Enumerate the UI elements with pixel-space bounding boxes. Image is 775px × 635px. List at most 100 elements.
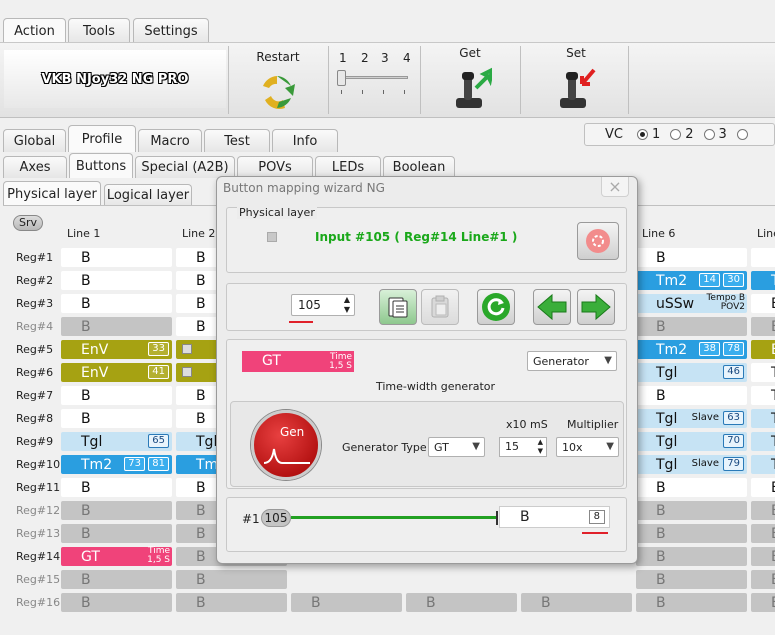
previous-button[interactable] — [533, 289, 571, 325]
tab-axes[interactable]: Axes — [3, 156, 67, 178]
button-cell[interactable]: B — [751, 570, 775, 589]
tab-boolean[interactable]: Boolean — [383, 156, 455, 178]
reg-label: Reg#6 — [16, 366, 54, 379]
vc-option-3[interactable]: 3 — [703, 127, 727, 142]
button-cell[interactable]: B — [406, 593, 517, 612]
tab-buttons[interactable]: Buttons — [69, 153, 133, 178]
button-cell[interactable]: B — [291, 593, 402, 612]
button-cell[interactable]: Tgl 46 — [636, 363, 747, 382]
button-cell[interactable]: B — [61, 317, 172, 336]
x10ms-spinner[interactable]: 15 ▲ ▼ — [499, 437, 547, 457]
vc-group: VC 1 2 3 — [584, 123, 775, 146]
button-cell[interactable]: Tm2 81 73 — [61, 455, 172, 474]
tab-povs[interactable]: POVs — [237, 156, 313, 178]
gen-button[interactable]: Gen — [251, 410, 321, 480]
button-cell[interactable]: B — [751, 294, 775, 313]
mode-select[interactable]: Generator ▼ — [527, 351, 617, 371]
tab-leds[interactable]: LEDs — [315, 156, 381, 178]
button-cell[interactable] — [751, 248, 775, 267]
button-cell[interactable]: Tgl 79 Slave — [636, 455, 747, 474]
button-cell[interactable]: EnV 41 — [61, 363, 172, 382]
vc-option-1[interactable]: 1 — [636, 127, 660, 142]
tab-info[interactable]: Info — [272, 129, 338, 152]
button-cell[interactable]: B — [61, 294, 172, 313]
button-cell[interactable]: B — [751, 317, 775, 336]
tab-macro[interactable]: Macro — [138, 129, 202, 152]
button-cell[interactable]: Tgl 70 — [636, 432, 747, 451]
vc-option-2[interactable]: 2 — [670, 127, 694, 142]
tab-global[interactable]: Global — [3, 129, 66, 152]
restart-button[interactable]: Restart — [238, 46, 318, 114]
button-cell[interactable]: GT Time 1,5 S — [61, 547, 172, 566]
button-cell[interactable]: Tgl 63 Slave — [636, 409, 747, 428]
button-cell[interactable]: B — [636, 547, 747, 566]
button-cell[interactable]: T — [751, 409, 775, 428]
tab-test[interactable]: Test — [204, 129, 270, 152]
button-cell[interactable]: Tm2 30 14 — [636, 271, 747, 290]
button-cell[interactable]: T — [751, 363, 775, 382]
tab-logical-layer[interactable]: Logical layer — [104, 184, 192, 206]
button-cell[interactable]: B — [751, 524, 775, 543]
button-cell[interactable]: B — [636, 524, 747, 543]
button-cell[interactable]: Tm2 78 38 — [636, 340, 747, 359]
button-cell[interactable]: B — [61, 501, 172, 520]
button-cell[interactable]: T — [751, 271, 775, 290]
slider-thumb[interactable] — [337, 70, 346, 86]
button-cell[interactable]: B — [61, 478, 172, 497]
button-cell[interactable]: B — [61, 248, 172, 267]
button-cell[interactable]: B — [636, 501, 747, 520]
button-cell[interactable]: T — [751, 455, 775, 474]
button-cell[interactable]: T — [751, 386, 775, 405]
button-cell[interactable]: B — [61, 570, 172, 589]
checkbox[interactable] — [182, 367, 192, 377]
layer-slider[interactable]: 1 2 3 4 — [334, 46, 416, 114]
button-cell[interactable]: uSSw Tempo B POV2 — [636, 294, 747, 313]
button-cell[interactable]: B — [636, 317, 747, 336]
tab-profile[interactable]: Profile — [68, 125, 136, 152]
paste-button[interactable] — [421, 289, 459, 325]
next-button[interactable] — [577, 289, 615, 325]
button-cell[interactable]: B — [751, 501, 775, 520]
button-cell[interactable]: B — [176, 570, 287, 589]
button-cell[interactable]: B — [636, 248, 747, 267]
button-cell[interactable]: B — [636, 478, 747, 497]
button-cell[interactable]: B — [61, 524, 172, 543]
tab-settings[interactable]: Settings — [133, 18, 209, 43]
button-cell[interactable]: B — [751, 547, 775, 566]
map-target[interactable]: B 8 — [499, 506, 610, 528]
button-cell[interactable]: B — [61, 271, 172, 290]
button-cell[interactable]: T — [751, 432, 775, 451]
reg-label: Reg#12 — [16, 504, 61, 517]
get-button[interactable]: Get — [430, 46, 510, 114]
generator-type-select[interactable]: GT ▼ — [428, 437, 485, 457]
input-number-spinner[interactable]: 105 ▲ ▼ — [291, 294, 355, 316]
copy-button[interactable] — [379, 289, 417, 325]
reset-input-button[interactable] — [577, 222, 619, 260]
button-cell[interactable]: EnV 33 — [61, 340, 172, 359]
button-cell[interactable]: B — [61, 593, 172, 612]
tab-special-a2b[interactable]: Special (A2B) — [135, 156, 235, 178]
button-cell[interactable]: Tgl 65 — [61, 432, 172, 451]
button-cell[interactable]: B — [176, 593, 287, 612]
button-cell[interactable]: B — [61, 409, 172, 428]
button-cell[interactable]: B — [751, 593, 775, 612]
button-cell[interactable]: B — [61, 386, 172, 405]
arrow-left-icon — [537, 293, 567, 321]
button-cell[interactable]: B — [636, 593, 747, 612]
set-button[interactable]: Set — [536, 46, 616, 114]
button-cell[interactable]: B — [751, 478, 775, 497]
close-icon[interactable]: × — [601, 177, 629, 197]
tab-tools[interactable]: Tools — [68, 18, 130, 43]
reg-label: Reg#11 — [16, 481, 61, 494]
refresh-button[interactable] — [477, 289, 515, 325]
tab-action[interactable]: Action — [3, 18, 66, 43]
vc-option-4[interactable] — [736, 127, 752, 142]
checkbox[interactable] — [182, 344, 192, 354]
button-cell[interactable]: E — [751, 340, 775, 359]
tab-physical-layer[interactable]: Physical layer — [3, 181, 101, 206]
multiplier-select[interactable]: 10x ▼ — [556, 437, 619, 457]
srv-button[interactable]: Srv — [13, 215, 43, 231]
button-cell[interactable]: B — [636, 570, 747, 589]
button-cell[interactable]: B — [521, 593, 632, 612]
button-cell[interactable]: B — [636, 386, 747, 405]
